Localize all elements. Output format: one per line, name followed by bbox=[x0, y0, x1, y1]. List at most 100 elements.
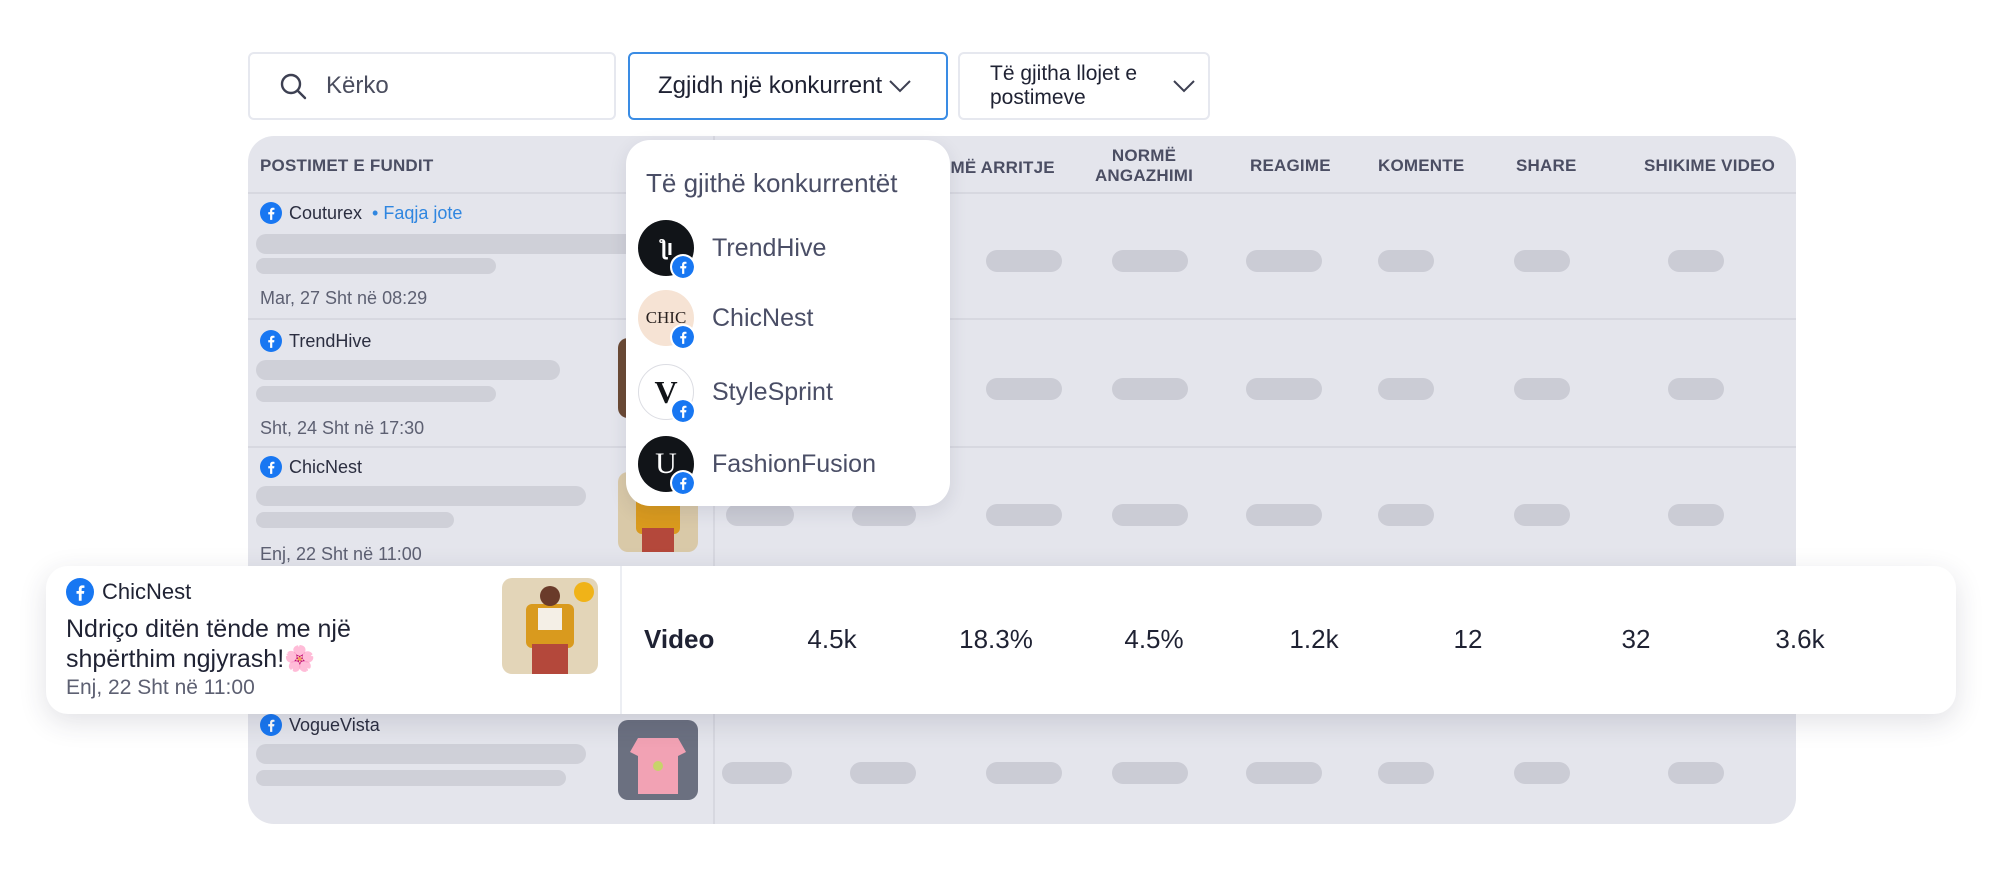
skeleton-bar bbox=[256, 744, 586, 764]
facebook-icon bbox=[260, 330, 282, 352]
posts-table: POSTIMET E FUNDIT RMË ARRITJE NORMË ANGA… bbox=[248, 136, 1796, 824]
metric-reach-rate: 18.3% bbox=[959, 624, 1033, 654]
post-thumbnail[interactable] bbox=[618, 720, 698, 800]
table-row[interactable]: VogueVista bbox=[248, 714, 1796, 824]
metric-engagement-rate: 4.5% bbox=[1124, 624, 1184, 654]
table-row[interactable]: ChicNest Enj, 22 Sht në 11:00 bbox=[248, 456, 1796, 572]
skeleton-cell bbox=[850, 762, 916, 784]
skeleton-bar bbox=[256, 258, 496, 274]
skeleton-cell bbox=[1378, 504, 1434, 526]
skeleton-cell bbox=[1514, 504, 1570, 526]
skeleton-cell bbox=[1112, 504, 1188, 526]
row-account-name: TrendHive bbox=[289, 330, 372, 351]
skeleton-cell bbox=[1246, 504, 1322, 526]
competitor-select-label: Zgjidh një konkurrent bbox=[658, 72, 883, 99]
skeleton-cell bbox=[726, 504, 794, 526]
row-account: Couturex • Faqja jote bbox=[260, 202, 462, 224]
row-account: TrendHive bbox=[260, 330, 371, 352]
skeleton-cell bbox=[1668, 504, 1724, 526]
metric-reach: 4.5k bbox=[807, 624, 857, 654]
facebook-icon bbox=[670, 324, 696, 350]
skeleton-cell bbox=[1514, 250, 1570, 272]
skeleton-cell bbox=[1246, 378, 1322, 400]
row-divider bbox=[248, 318, 1796, 320]
competitor-option-stylesprint[interactable]: V StyleSprint bbox=[638, 362, 833, 424]
post-thumbnail[interactable] bbox=[502, 578, 598, 674]
skeleton-cell bbox=[986, 250, 1062, 272]
metric-shares: 32 bbox=[1621, 624, 1651, 654]
competitor-avatar: CHIC bbox=[638, 290, 696, 350]
competitor-option-chicnest[interactable]: CHIC ChicNest bbox=[638, 288, 814, 350]
competitor-avatar: V bbox=[638, 364, 696, 424]
chevron-down-icon bbox=[1173, 80, 1195, 93]
skeleton-cell bbox=[1378, 378, 1434, 400]
post-account-name: ChicNest bbox=[102, 579, 192, 604]
competitor-avatar: ƪı bbox=[638, 220, 696, 280]
competitor-option-fashionfusion[interactable]: U FashionFusion bbox=[638, 434, 876, 496]
post-type-select[interactable]: Të gjitha llojet e postimeve bbox=[958, 52, 1210, 120]
competitor-option-trendhive[interactable]: ƪı TrendHive bbox=[638, 218, 827, 280]
facebook-icon bbox=[670, 254, 696, 280]
thumbnail-image bbox=[502, 578, 598, 674]
row-account-name: ChicNest bbox=[289, 456, 363, 477]
row-account-name: Couturex bbox=[289, 202, 363, 223]
highlighted-post-row[interactable]: ChicNest Ndriço ditën tënde me një shpër… bbox=[46, 566, 1956, 714]
row-divider bbox=[248, 446, 1796, 448]
post-type-select-label: Të gjitha llojet e postimeve bbox=[990, 62, 1138, 109]
skeleton-cell bbox=[1514, 378, 1570, 400]
post-date: Enj, 22 Sht në 11:00 bbox=[66, 676, 255, 699]
competitor-dropdown: Të gjithë konkurrentët ƪı TrendHive CHIC… bbox=[626, 140, 950, 506]
skeleton-cell bbox=[986, 378, 1062, 400]
row-date: Enj, 22 Sht në 11:00 bbox=[260, 544, 422, 564]
skeleton-cell bbox=[986, 504, 1062, 526]
skeleton-cell bbox=[1112, 250, 1188, 272]
header-posts: POSTIMET E FUNDIT bbox=[260, 156, 434, 175]
search-input[interactable]: Kërko bbox=[248, 52, 616, 120]
header-video-views: SHIKIME VIDEO bbox=[1644, 156, 1776, 175]
skeleton-cell bbox=[1668, 762, 1724, 784]
competitor-avatar: U bbox=[638, 436, 696, 496]
header-engagement-rate: NORMË ANGAZHIMI bbox=[1094, 146, 1194, 185]
chevron-down-icon bbox=[889, 80, 911, 93]
skeleton-bar bbox=[256, 512, 454, 528]
post-type: Video bbox=[644, 624, 715, 654]
competitor-name: FashionFusion bbox=[712, 449, 876, 478]
skeleton-cell bbox=[1246, 762, 1322, 784]
thumbnail-image bbox=[618, 720, 698, 800]
facebook-icon bbox=[260, 714, 282, 736]
row-date: Mar, 27 Sht në 08:29 bbox=[260, 288, 428, 308]
dropdown-title[interactable]: Të gjithë konkurrentët bbox=[646, 168, 897, 199]
own-page-link[interactable]: • Faqja jote bbox=[372, 203, 462, 224]
skeleton-bar bbox=[256, 234, 636, 254]
table-row[interactable]: TrendHive Sht, 24 Sht në 17:30 bbox=[248, 330, 1796, 446]
skeleton-cell bbox=[1514, 762, 1570, 784]
skeleton-cell bbox=[852, 504, 916, 526]
header-divider bbox=[248, 192, 1796, 194]
search-placeholder: Kërko bbox=[326, 72, 389, 99]
skeleton-cell bbox=[1378, 250, 1434, 272]
row-account-name: VogueVista bbox=[289, 714, 380, 735]
facebook-icon bbox=[66, 578, 94, 606]
facebook-icon bbox=[260, 202, 282, 224]
header-shares: SHARE bbox=[1516, 156, 1577, 175]
post-account: ChicNest bbox=[66, 578, 191, 606]
facebook-icon bbox=[670, 470, 696, 496]
competitor-name: ChicNest bbox=[712, 303, 814, 332]
row-date: Sht, 24 Sht në 17:30 bbox=[260, 418, 425, 438]
search-icon bbox=[280, 73, 307, 100]
competitor-name: StyleSprint bbox=[712, 377, 833, 406]
skeleton-cell bbox=[1246, 250, 1322, 272]
skeleton-cell bbox=[1668, 250, 1724, 272]
header-reactions: REAGIME bbox=[1250, 156, 1331, 175]
skeleton-cell bbox=[722, 762, 792, 784]
facebook-icon bbox=[260, 456, 282, 478]
skeleton-cell bbox=[986, 762, 1062, 784]
skeleton-cell bbox=[1112, 378, 1188, 400]
table-row[interactable]: Couturex • Faqja jote Mar, 27 Sht në 08:… bbox=[248, 202, 1796, 318]
metric-video-views: 3.6k bbox=[1775, 624, 1825, 654]
competitor-name: TrendHive bbox=[712, 233, 827, 262]
post-caption: Ndriço ditën tënde me një shpërthim ngjy… bbox=[66, 615, 351, 673]
header-comments: KOMENTE bbox=[1378, 156, 1465, 175]
competitor-select[interactable]: Zgjidh një konkurrent bbox=[628, 52, 948, 120]
skeleton-cell bbox=[1378, 762, 1434, 784]
